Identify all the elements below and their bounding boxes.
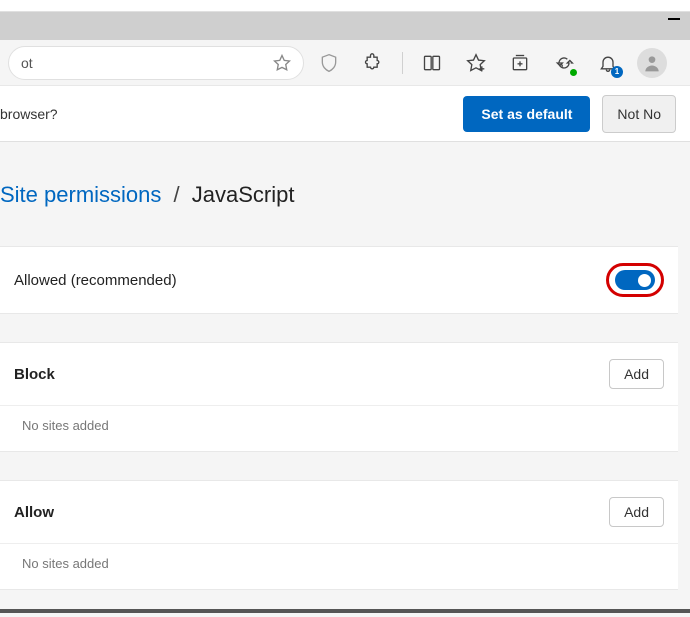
block-section-title: Block — [14, 366, 609, 383]
not-now-button[interactable]: Not No — [602, 95, 676, 133]
favorites-icon[interactable] — [457, 44, 495, 82]
notification-badge: 1 — [611, 66, 623, 78]
allow-empty-text: No sites added — [0, 543, 678, 589]
collections-icon[interactable] — [501, 44, 539, 82]
address-bar[interactable]: ot — [8, 46, 304, 80]
split-screen-icon[interactable] — [413, 44, 451, 82]
notifications-icon[interactable]: 1 — [589, 44, 627, 82]
browser-toolbar: ot 1 — [0, 40, 690, 86]
address-text: ot — [21, 55, 33, 71]
performance-icon[interactable] — [545, 44, 583, 82]
allowed-toggle[interactable] — [615, 270, 655, 290]
shield-icon[interactable] — [310, 44, 348, 82]
highlight-ring — [606, 263, 664, 297]
allowed-label: Allowed (recommended) — [14, 272, 606, 289]
banner-text: browser? — [0, 106, 451, 122]
breadcrumb-current: JavaScript — [192, 182, 295, 207]
set-default-button[interactable]: Set as default — [463, 96, 590, 132]
block-empty-text: No sites added — [0, 405, 678, 451]
breadcrumb-parent-link[interactable]: Site permissions — [0, 182, 161, 207]
window-minimize-icon[interactable] — [668, 18, 680, 20]
favorite-star-icon[interactable] — [273, 54, 291, 75]
extensions-icon[interactable] — [354, 44, 392, 82]
profile-avatar[interactable] — [637, 48, 667, 78]
breadcrumb: Site permissions / JavaScript — [0, 182, 678, 208]
allow-section-title: Allow — [14, 504, 609, 521]
default-browser-banner: browser? Set as default Not No — [0, 86, 690, 142]
breadcrumb-sep: / — [174, 182, 180, 207]
block-add-button[interactable]: Add — [609, 359, 664, 389]
allow-add-button[interactable]: Add — [609, 497, 664, 527]
